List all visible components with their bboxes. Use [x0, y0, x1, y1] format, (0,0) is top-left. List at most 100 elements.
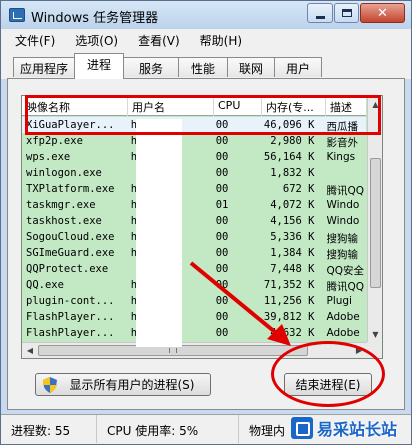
redacted-username-area: [136, 119, 182, 347]
cell-image-name: plugin-cont...: [26, 295, 115, 307]
cell-cpu: 00: [215, 183, 229, 195]
cell-cpu: 00: [215, 279, 229, 291]
end-process-label: 结束进程(E): [295, 378, 361, 392]
cell-description: 搜狗输: [326, 249, 358, 261]
watermark: 易采站长站: [291, 411, 411, 445]
cell-description: QQ安全: [326, 265, 365, 277]
cell-image-name: FlashPlayer...: [26, 327, 115, 339]
cell-cpu: 00: [215, 231, 229, 243]
cell-image-name: QQ.exe: [26, 279, 64, 291]
cell-memory: 39,812 K: [263, 311, 315, 323]
cell-cpu: 00: [215, 215, 229, 227]
table-row[interactable]: SGImeGuard.exe h 00 1,384 K 搜狗输: [22, 245, 366, 261]
scroll-down-icon[interactable]: ▼: [368, 326, 382, 342]
cell-memory: 71,352 K: [263, 279, 315, 291]
tab-users[interactable]: 用户: [274, 57, 322, 77]
table-row[interactable]: taskmgr.exe h 01 4,072 K Windo: [22, 197, 366, 213]
close-icon: ✕: [377, 5, 388, 21]
tab-processes[interactable]: 进程: [74, 53, 124, 79]
table-row[interactable]: plugin-cont... h 00 11,256 K Plugi: [22, 293, 366, 309]
cell-image-name: taskmgr.exe: [26, 199, 96, 211]
cell-memory: 4,072 K: [270, 199, 315, 211]
cell-cpu: 01: [215, 199, 229, 211]
scroll-grip-icon: [169, 348, 177, 353]
status-physical-memory: 物理内: [249, 424, 286, 438]
cell-cpu: 00: [215, 327, 229, 339]
vertical-scroll-thumb[interactable]: [370, 158, 381, 288]
cell-cpu: 00: [215, 151, 229, 163]
table-row[interactable]: taskhost.exe h 00 4,156 K Windo: [22, 213, 366, 229]
cell-memory: 1,832 K: [270, 167, 315, 179]
cell-memory: 5,336 K: [270, 231, 315, 243]
column-image-name[interactable]: 映像名称: [22, 96, 128, 116]
end-process-button[interactable]: 结束进程(E): [284, 373, 372, 396]
cell-memory: 4,632 K: [270, 327, 315, 339]
cell-image-name: taskhost.exe: [26, 215, 102, 227]
tab-services[interactable]: 服务: [123, 57, 179, 77]
maximize-button[interactable]: [334, 3, 359, 23]
maximize-icon: [341, 9, 352, 17]
cell-description: 影音外: [326, 137, 358, 149]
cell-image-name: SGImeGuard.exe: [26, 247, 115, 259]
tab-strip: 应用程序 进程 服务 性能 联网 用户: [1, 51, 411, 79]
horizontal-scrollbar[interactable]: ◀ ▶: [22, 342, 367, 358]
process-list[interactable]: 映像名称 用户名 CPU 内存(专... 描述 XiGuaPlayer... h 0…: [21, 95, 383, 359]
table-row[interactable]: wps.exe h 00 56,164 K Kings: [22, 149, 366, 165]
cell-image-name: TXPlatform.exe: [26, 183, 115, 195]
cell-description: Plugi: [326, 295, 352, 307]
process-rows: XiGuaPlayer... h 00 46,096 K 西瓜播 xfp2p.exe h 00…: [22, 117, 366, 357]
tab-networking[interactable]: 联网: [227, 57, 275, 77]
cell-cpu: 00: [215, 135, 229, 147]
menu-file[interactable]: 文件(F): [5, 29, 65, 51]
cell-memory: 56,164 K: [263, 151, 315, 163]
vertical-scrollbar[interactable]: ▲ ▼: [367, 96, 382, 342]
cell-image-name: XiGuaPlayer...: [26, 119, 115, 131]
close-button[interactable]: ✕: [360, 3, 405, 23]
cell-image-name: QQProtect.exe: [26, 263, 109, 275]
cell-description: 腾讯QQ: [326, 185, 365, 197]
title-bar[interactable]: Windows 任务管理器 ✕: [1, 1, 411, 29]
tab-applications[interactable]: 应用程序: [13, 57, 75, 77]
show-all-users-label: 显示所有用户的进程(S): [69, 378, 195, 392]
table-row[interactable]: winlogon.exe 00 1,832 K: [22, 165, 366, 181]
watermark-logo-icon: [291, 417, 313, 439]
show-all-users-button[interactable]: 显示所有用户的进程(S): [35, 373, 211, 396]
cell-description: Adobe: [326, 327, 360, 339]
menu-help[interactable]: 帮助(H): [190, 29, 252, 51]
table-row[interactable]: QQProtect.exe 00 7,448 K QQ安全: [22, 261, 366, 277]
menu-view[interactable]: 查看(V): [128, 29, 190, 51]
table-row[interactable]: FlashPlayer... h 00 39,812 K Adobe: [22, 309, 366, 325]
table-row[interactable]: FlashPlayer... h 00 4,632 K Adobe: [22, 325, 366, 341]
scroll-right-icon[interactable]: ▶: [351, 343, 367, 358]
cell-image-name: xfp2p.exe: [26, 135, 83, 147]
cell-description: 腾讯QQ: [326, 281, 365, 293]
cell-cpu: 00: [215, 311, 229, 323]
minimize-button[interactable]: [307, 3, 333, 23]
cell-image-name: SogouCloud.exe: [26, 231, 115, 243]
tab-performance[interactable]: 性能: [178, 57, 228, 77]
cell-description: 搜狗输: [326, 233, 358, 245]
status-cpu-usage: CPU 使用率: 5%: [97, 415, 239, 443]
column-user-name[interactable]: 用户名: [128, 96, 214, 116]
table-row[interactable]: QQ.exe h 00 71,352 K 腾讯QQ: [22, 277, 366, 293]
cell-memory: 46,096 K: [263, 119, 315, 131]
column-cpu[interactable]: CPU: [214, 96, 262, 116]
table-row[interactable]: XiGuaPlayer... h 00 46,096 K 西瓜播: [22, 117, 366, 133]
table-row[interactable]: xfp2p.exe h 00 2,980 K 影音外: [22, 133, 366, 149]
task-manager-icon: [9, 8, 25, 22]
cell-memory: 1,384 K: [270, 247, 315, 259]
scroll-up-icon[interactable]: ▲: [368, 96, 382, 112]
window-title: Windows 任务管理器: [31, 11, 159, 26]
cell-description: Windo: [326, 199, 360, 211]
cell-memory: 7,448 K: [270, 263, 315, 275]
table-row[interactable]: TXPlatform.exe h 00 672 K 腾讯QQ: [22, 181, 366, 197]
column-memory[interactable]: 内存(专...: [262, 96, 326, 116]
cell-image-name: FlashPlayer...: [26, 311, 115, 323]
menu-options[interactable]: 选项(O): [65, 29, 128, 51]
table-row[interactable]: SogouCloud.exe h 00 5,336 K 搜狗输: [22, 229, 366, 245]
scrollbar-corner: [367, 342, 382, 358]
cell-image-name: winlogon.exe: [26, 167, 102, 179]
scroll-left-icon[interactable]: ◀: [22, 343, 38, 358]
column-description[interactable]: 描述: [326, 96, 366, 116]
cell-cpu: 00: [215, 263, 229, 275]
